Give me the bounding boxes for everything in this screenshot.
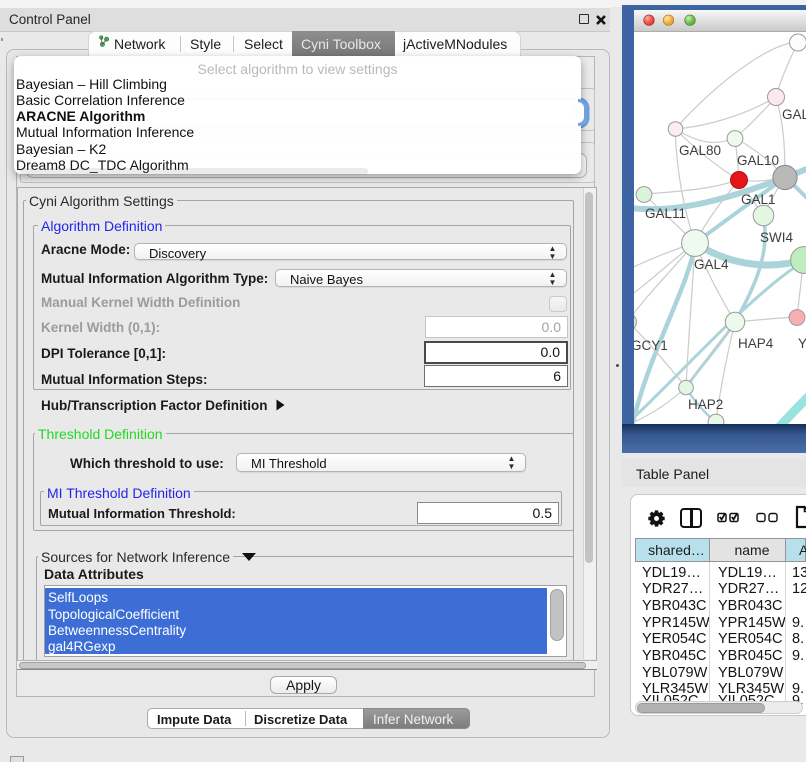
svg-text:SWI4: SWI4 [760,230,793,245]
svg-text:GCY1: GCY1 [631,338,668,353]
svg-text:HAP2: HAP2 [688,397,723,412]
svg-text:GAL11: GAL11 [645,206,686,221]
svg-text:GAL80: GAL80 [679,143,721,158]
svg-text:HAP4: HAP4 [738,336,774,351]
svg-text:Y: Y [798,336,806,351]
svg-text:GAL4: GAL4 [694,257,729,272]
svg-text:GAL7: GAL7 [782,107,806,122]
svg-text:GAL10: GAL10 [737,153,779,168]
svg-text:GAL1: GAL1 [741,192,776,207]
